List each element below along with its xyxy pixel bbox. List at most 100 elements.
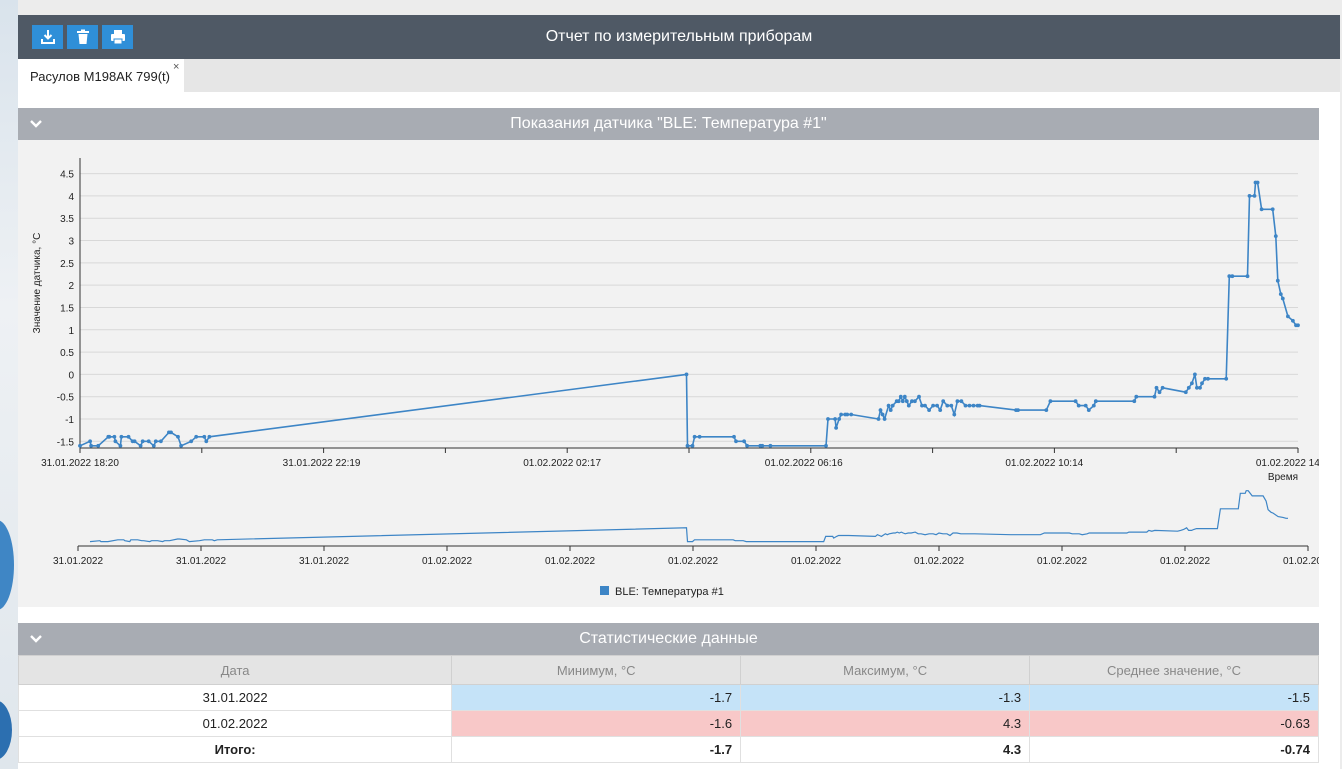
data-point — [202, 434, 207, 439]
column-header-min[interactable]: Минимум, °С — [451, 655, 742, 685]
table-row-total: Итого: -1.7 4.3 -0.74 — [17, 736, 1319, 763]
data-point — [1152, 394, 1157, 399]
y-tick-label: 0 — [68, 370, 74, 381]
data-point — [107, 434, 112, 439]
data-point — [938, 408, 943, 412]
data-point — [690, 443, 695, 448]
y-tick-label: -1 — [65, 415, 74, 426]
data-point — [1247, 194, 1252, 198]
x-tick-label: 31.01.2022 22:19 — [283, 458, 361, 469]
background-decoration — [0, 520, 14, 610]
data-point — [955, 399, 960, 404]
y-tick-label: 3 — [68, 237, 74, 248]
y-tick-label: -0.5 — [57, 393, 75, 404]
data-point — [1255, 180, 1260, 185]
data-point — [732, 434, 736, 439]
data-point — [902, 394, 907, 399]
data-point — [1186, 385, 1191, 390]
data-point — [963, 403, 968, 408]
data-point — [697, 434, 702, 439]
data-point — [1275, 278, 1280, 283]
tab-report[interactable]: Расулов М198АК 799(t) × — [18, 59, 184, 92]
column-header-date[interactable]: Дата — [17, 655, 453, 685]
data-point — [904, 399, 909, 404]
data-point — [138, 443, 143, 448]
y-axis-title: Значение датчика, °C — [32, 233, 43, 334]
navigator-tick-label: 31.01.2022 — [53, 556, 103, 567]
data-point — [931, 403, 935, 408]
data-point — [89, 443, 93, 448]
data-point — [971, 403, 976, 408]
data-point — [1093, 399, 1098, 404]
data-point — [900, 399, 905, 404]
data-point — [945, 403, 950, 408]
data-point — [898, 394, 903, 399]
sensor-chart[interactable]: -1.5 -1 -0.5 0 0.5 1 1.5 2 2.5 3 3.5 4 4.5 Значение д… — [18, 140, 1333, 607]
data-point — [952, 412, 957, 417]
navigator-tick-label: 01.02.2022 — [1037, 556, 1087, 567]
data-point — [923, 403, 927, 408]
data-point — [159, 439, 163, 444]
y-tick-label: 3.5 — [60, 214, 74, 225]
y-tick-label: 4.5 — [60, 170, 74, 181]
data-point — [1044, 408, 1049, 412]
column-header-avg[interactable]: Среднее значение, °С — [1029, 655, 1319, 685]
data-point — [692, 434, 697, 439]
data-point — [826, 417, 830, 421]
cell-date: 31.01.2022 — [17, 684, 453, 711]
data-point — [917, 394, 921, 399]
x-tick-label: 01.02.2022 10:14 — [1005, 458, 1083, 469]
data-point — [734, 439, 738, 444]
data-point — [839, 412, 843, 417]
y-tick-label: 2.5 — [60, 259, 74, 270]
data-point — [118, 443, 123, 448]
y-tick-label: 4 — [68, 192, 74, 203]
column-header-max[interactable]: Максимум, °С — [740, 655, 1031, 685]
tab-close-icon[interactable]: × — [173, 61, 179, 73]
window-title: Отчет по измерительным приборам — [545, 28, 813, 45]
data-point — [169, 430, 173, 435]
navigator-tick-label: 01.02.2022 — [668, 556, 718, 567]
data-point — [204, 439, 209, 444]
chart-panel-header[interactable]: Показания датчика "BLE: Температура #1" — [18, 108, 1319, 140]
data-point — [151, 443, 156, 448]
data-point — [1157, 390, 1162, 395]
data-point — [176, 434, 180, 439]
cell-avg: -0.63 — [1029, 710, 1319, 737]
y-tick-label: 1 — [68, 326, 74, 337]
data-point — [179, 443, 184, 448]
data-point — [967, 403, 972, 408]
data-point — [745, 443, 749, 448]
data-point — [88, 439, 92, 444]
navigator-tick-label: 31.01.2022 — [176, 556, 226, 567]
navigator-tick-label: 31.01.2022 — [299, 556, 349, 567]
data-point — [1206, 376, 1210, 381]
data-point — [207, 434, 212, 439]
tab-bar: Расулов М198АК 799(t) × — [18, 59, 1340, 92]
data-point — [1230, 274, 1235, 279]
data-point — [684, 372, 689, 377]
cell-avg: -1.5 — [1029, 684, 1319, 711]
data-point — [1245, 274, 1250, 279]
cell-total-min: -1.7 — [451, 736, 742, 763]
data-point — [880, 412, 885, 417]
data-point — [153, 439, 158, 444]
cell-total-label: Итого: — [17, 736, 453, 763]
x-tick-label: 01.02.2022 14:1 — [1256, 458, 1319, 469]
stats-panel-header[interactable]: Статистические данные — [18, 623, 1319, 655]
legend-label: BLE: Температура #1 — [615, 586, 724, 598]
table-row: 31.01.2022 -1.7 -1.3 -1.5 — [17, 684, 1319, 711]
data-point — [119, 434, 124, 439]
data-point — [941, 399, 946, 404]
data-point — [1076, 403, 1081, 408]
cell-min: -1.7 — [451, 684, 742, 711]
data-point — [742, 439, 746, 444]
data-point — [1286, 314, 1290, 319]
data-point — [1154, 385, 1159, 390]
data-point — [949, 403, 954, 408]
data-point — [845, 412, 850, 417]
data-point — [1200, 381, 1204, 386]
data-point — [1259, 207, 1264, 212]
y-tick-label: -1.5 — [57, 437, 75, 448]
data-point — [1296, 323, 1300, 328]
